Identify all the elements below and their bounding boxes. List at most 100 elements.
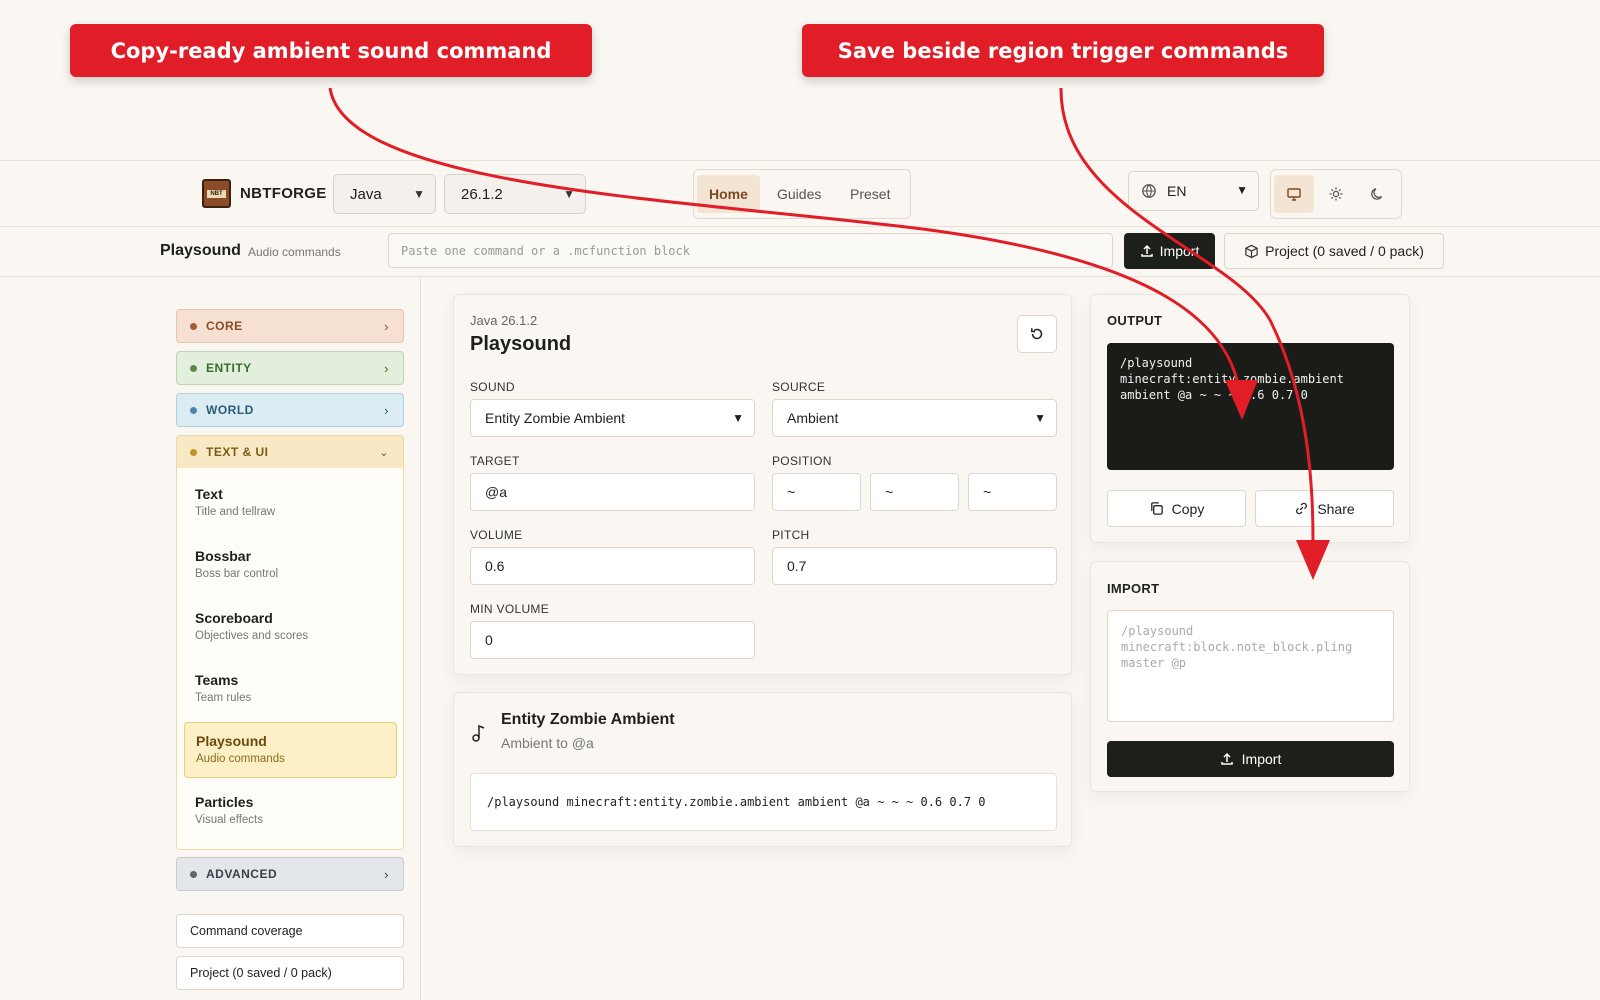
copy-button[interactable]: Copy: [1107, 490, 1246, 527]
sidebar-divider: [420, 278, 421, 1000]
import-placeholder-line-3: master @p: [1121, 656, 1187, 670]
brand-name[interactable]: NBTFORGE: [240, 185, 327, 202]
output-line-1: /playsound: [1120, 356, 1193, 370]
category-core[interactable]: CORE ›: [176, 309, 404, 343]
edition-select[interactable]: Java ▼: [333, 174, 436, 214]
chevron-down-icon: ▼: [1034, 411, 1046, 425]
sidebar-item-name: Bossbar: [195, 548, 252, 564]
moon-icon: [1371, 188, 1383, 200]
sidebar-item-name: Scoreboard: [195, 610, 273, 626]
category-label: ADVANCED: [206, 867, 278, 881]
target-input[interactable]: @a: [470, 473, 755, 511]
package-icon: [1245, 244, 1258, 258]
chevron-down-icon: ▼: [1236, 183, 1248, 197]
position-z-input[interactable]: ~: [968, 473, 1057, 511]
category-label: WORLD: [206, 403, 254, 417]
version-select[interactable]: 26.1.2 ▼: [444, 174, 586, 214]
language-value: EN: [1167, 183, 1187, 199]
sidebar-item-name: Playsound: [196, 733, 267, 749]
theme-switcher: [1270, 169, 1402, 219]
sidebar-item-desc: Audio commands: [196, 753, 285, 765]
reset-button[interactable]: [1017, 315, 1057, 353]
category-dot: [190, 364, 197, 372]
share-button[interactable]: Share: [1255, 490, 1394, 527]
sidebar-item-scoreboard[interactable]: Scoreboard Objectives and scores: [184, 600, 397, 656]
category-advanced[interactable]: ADVANCED ›: [176, 857, 404, 891]
volume-label: VOLUME: [470, 528, 523, 542]
chevron-down-icon: ⌄: [379, 447, 389, 459]
category-text-ui[interactable]: TEXT & UI ⌄: [176, 435, 404, 469]
source-select[interactable]: Ambient ▼: [772, 399, 1057, 437]
summary-command[interactable]: /playsound minecraft:entity.zombie.ambie…: [470, 773, 1057, 831]
copy-button-label: Copy: [1171, 500, 1205, 517]
editor-title: Playsound: [470, 333, 572, 355]
target-label: TARGET: [470, 454, 520, 468]
chevron-down-icon: ▼: [732, 411, 744, 425]
sun-icon: [1329, 187, 1343, 201]
sidebar-item-desc: Boss bar control: [195, 568, 279, 580]
category-label: ENTITY: [206, 361, 252, 375]
sidebar-item-teams[interactable]: Teams Team rules: [184, 662, 397, 718]
chevron-down-icon: ▼: [413, 187, 425, 201]
chevron-down-icon: ▼: [563, 187, 575, 201]
position-y-input[interactable]: ~: [870, 473, 959, 511]
category-world[interactable]: WORLD ›: [176, 393, 404, 427]
pitch-input[interactable]: 0.7: [772, 547, 1057, 585]
output-label: OUTPUT: [1107, 313, 1163, 328]
edition-version-label: Java 26.1.2: [470, 313, 538, 328]
category-entity[interactable]: ENTITY ›: [176, 351, 404, 385]
volume-input[interactable]: 0.6: [470, 547, 755, 585]
version-select-value: 26.1.2: [461, 185, 503, 203]
import-submit-label: Import: [1241, 751, 1282, 767]
sidebar-item-name: Text: [195, 486, 223, 502]
chevron-right-icon: ›: [384, 867, 389, 882]
nav-tab-preset[interactable]: Preset: [838, 175, 902, 213]
sidebar-project-button[interactable]: Project (0 saved / 0 pack): [176, 956, 404, 990]
sound-select[interactable]: Entity Zombie Ambient ▼: [470, 399, 755, 437]
theme-light-button[interactable]: [1316, 175, 1356, 213]
copy-icon: [1150, 502, 1163, 515]
category-dot: [190, 870, 197, 878]
brand-logo[interactable]: NBT: [202, 179, 231, 208]
sidebar-item-playsound[interactable]: Playsound Audio commands: [184, 722, 397, 778]
top-header: NBT NBTFORGE Java ▼ 26.1.2 ▼ Home Guides…: [0, 160, 1600, 227]
min-volume-input[interactable]: 0: [470, 621, 755, 659]
sidebar-item-desc: Objectives and scores: [195, 630, 309, 642]
category-label: CORE: [206, 319, 243, 333]
chevron-right-icon: ›: [384, 361, 389, 376]
import-textarea[interactable]: /playsound minecraft:block.note_block.pl…: [1107, 610, 1394, 722]
sound-select-value: Entity Zombie Ambient: [485, 410, 626, 426]
paste-command-input[interactable]: Paste one command or a .mcfunction block: [388, 233, 1113, 268]
sidebar-item-desc: Team rules: [195, 692, 252, 704]
theme-system-button[interactable]: [1274, 175, 1314, 213]
project-button-label: Project (0 saved / 0 pack): [1265, 243, 1424, 259]
source-select-value: Ambient: [787, 410, 839, 426]
page-title: Playsound: [160, 242, 241, 259]
command-coverage-button[interactable]: Command coverage: [176, 914, 404, 948]
playsound-editor-card: Java 26.1.2 Playsound SOUND Entity Zombi…: [453, 294, 1072, 675]
share-button-label: Share: [1317, 500, 1355, 517]
upload-icon: [1140, 244, 1153, 257]
nav-tab-guides[interactable]: Guides: [765, 175, 833, 213]
import-placeholder-line-1: /playsound: [1121, 624, 1194, 638]
output-line-2: minecraft:entity.zombie.ambient: [1120, 372, 1344, 386]
import-submit-button[interactable]: Import: [1107, 741, 1394, 777]
position-x-input[interactable]: ~: [772, 473, 861, 511]
category-label: TEXT & UI: [206, 445, 269, 459]
page-subtitle: Audio commands: [248, 245, 341, 259]
language-select[interactable]: EN ▼: [1128, 171, 1259, 211]
sidebar-item-particles[interactable]: Particles Visual effects: [184, 784, 397, 840]
sidebar-item-text[interactable]: Text Title and tellraw: [184, 476, 397, 532]
position-label: POSITION: [772, 454, 832, 468]
min-volume-label: MIN VOLUME: [470, 602, 550, 616]
output-terminal[interactable]: /playsound minecraft:entity.zombie.ambie…: [1107, 343, 1394, 470]
import-label: IMPORT: [1107, 581, 1160, 596]
nav-tab-home[interactable]: Home: [697, 175, 760, 213]
theme-dark-button[interactable]: [1358, 175, 1398, 213]
project-button[interactable]: Project (0 saved / 0 pack): [1224, 233, 1444, 269]
reset-icon: [1031, 328, 1043, 340]
chevron-right-icon: ›: [384, 403, 389, 418]
import-command-button[interactable]: Import: [1124, 233, 1215, 269]
sidebar-item-name: Particles: [195, 794, 254, 810]
sidebar-item-bossbar[interactable]: Bossbar Boss bar control: [184, 538, 397, 594]
